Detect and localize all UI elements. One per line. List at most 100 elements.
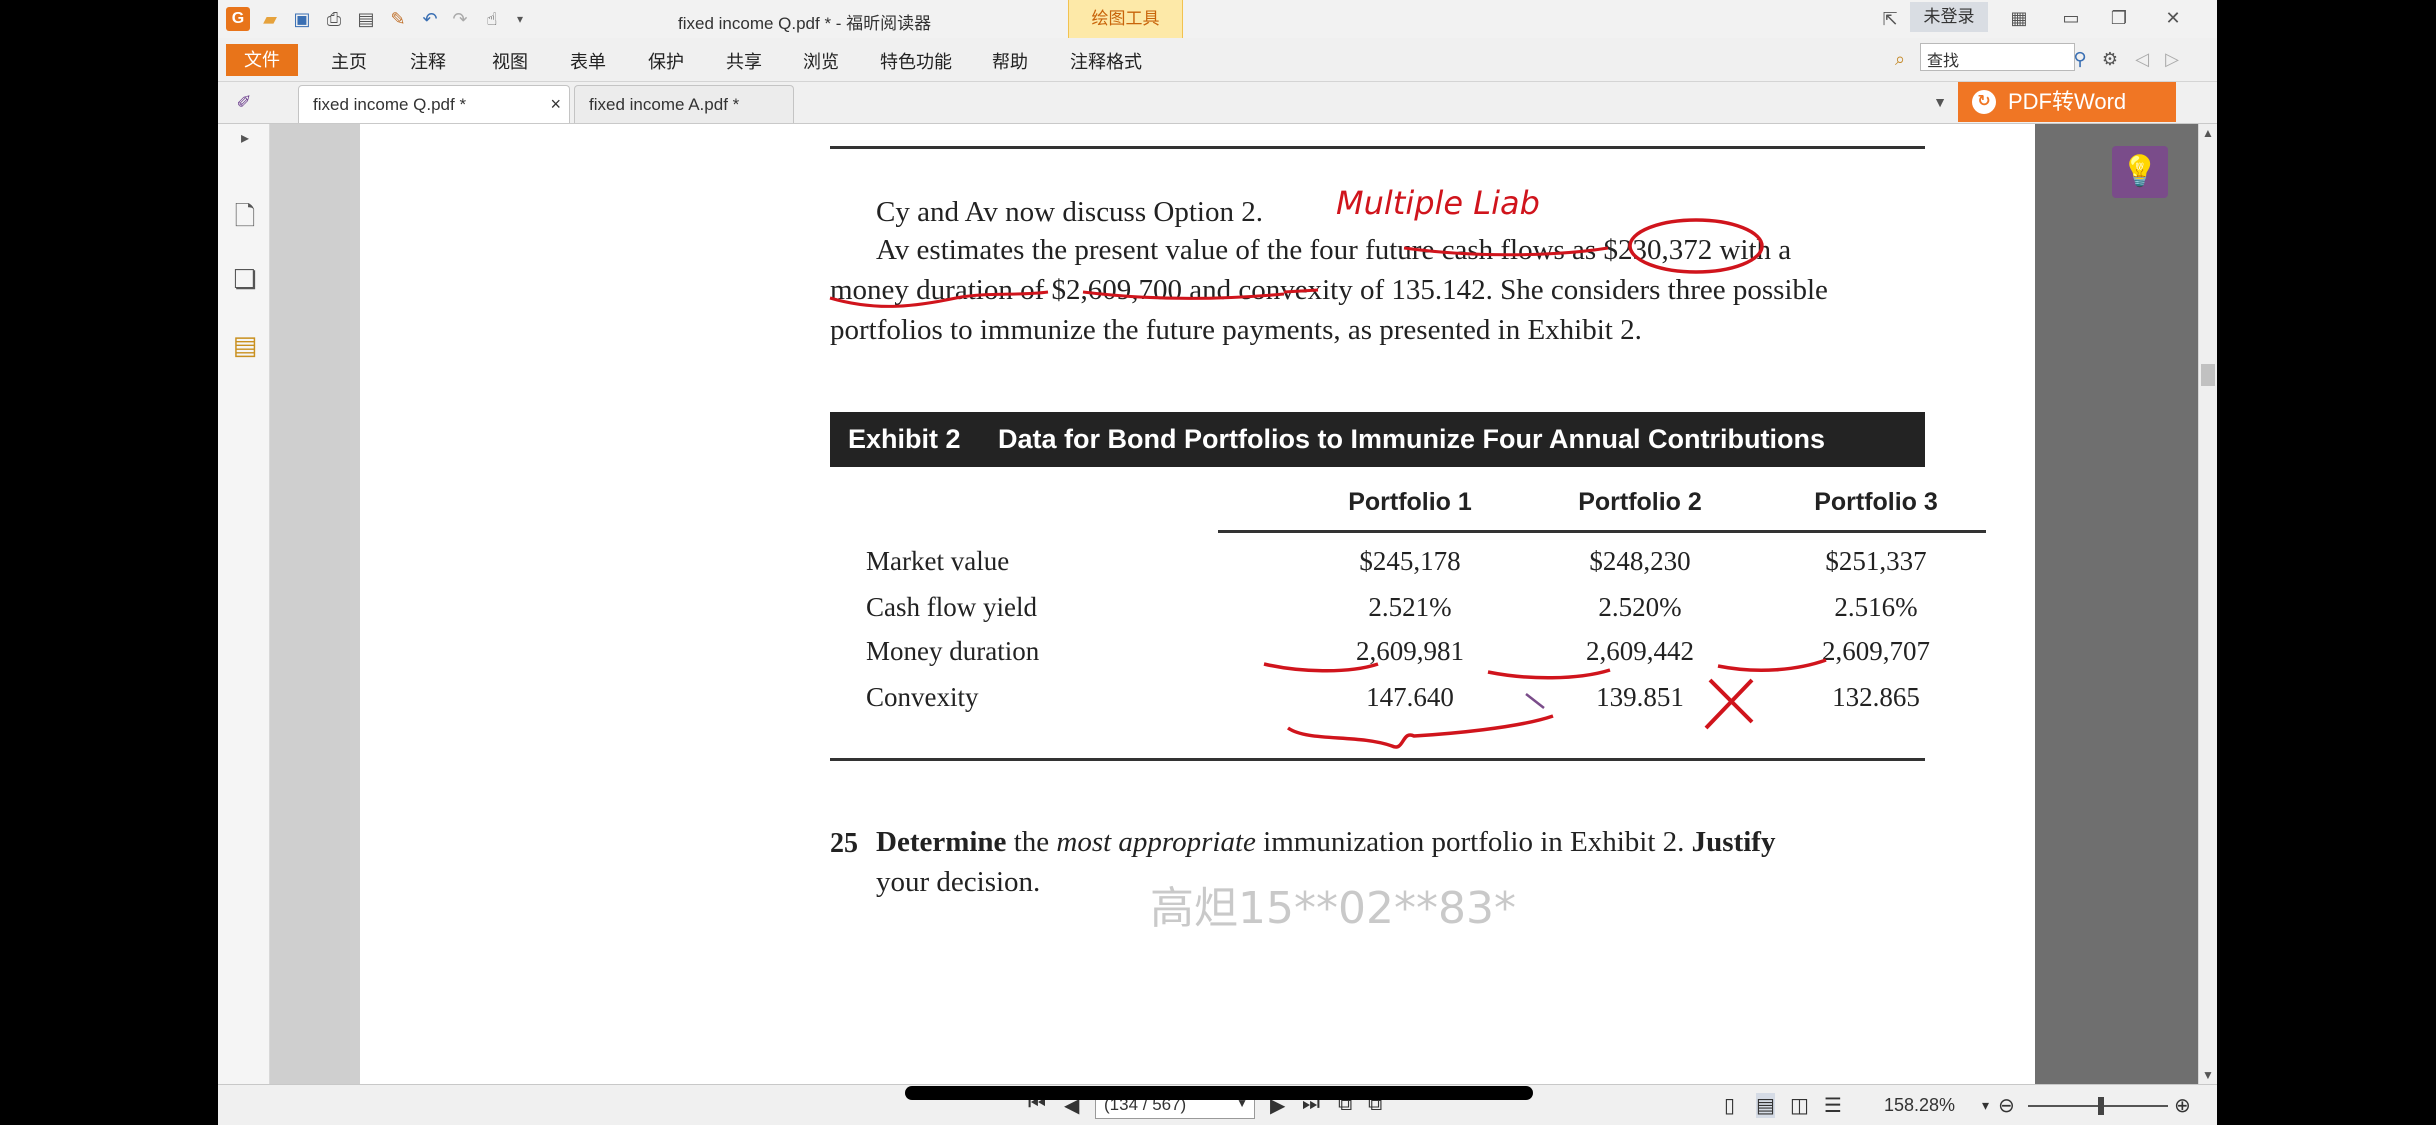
continuous-view-icon[interactable]: ▤ bbox=[1756, 1093, 1775, 1118]
paragraph-line: portfolios to immunize the future paymen… bbox=[830, 314, 1642, 346]
table-bottom-rule bbox=[830, 758, 1925, 761]
table-cell: 2,609,981 bbox=[1356, 636, 1464, 666]
pdf-convert-icon: ↻ bbox=[1972, 90, 1996, 114]
menu-browse[interactable]: 浏览 bbox=[803, 48, 839, 74]
left-navigation-panel: ▸ 🗋 ❏ ▤ bbox=[218, 124, 270, 1125]
home-indicator-bar bbox=[905, 1086, 1533, 1100]
zoom-in-icon[interactable]: ⊕ bbox=[2174, 1093, 2191, 1118]
login-button[interactable]: 未登录 bbox=[1910, 2, 1988, 32]
facing-view-icon[interactable]: ◫ bbox=[1790, 1093, 1809, 1118]
exhibit-title: Exhibit 2 Data for Bond Portfolios to Im… bbox=[848, 424, 1825, 454]
document-tab-row: ✐ fixed income Q.pdf * × fixed income A.… bbox=[218, 82, 2217, 124]
menu-share[interactable]: 共享 bbox=[726, 48, 762, 74]
question-text: the bbox=[1006, 826, 1057, 858]
tab-label: fixed income Q.pdf * bbox=[313, 95, 467, 114]
hand-tool-icon[interactable]: ☝ bbox=[480, 7, 504, 31]
menu-home[interactable]: 主页 bbox=[331, 48, 367, 74]
column-header: Portfolio 1 bbox=[1348, 488, 1472, 516]
search-input[interactable]: 查找 bbox=[1920, 43, 2075, 71]
table-cell: 132.865 bbox=[1832, 682, 1920, 712]
app-logo-icon[interactable]: G bbox=[226, 7, 250, 31]
zoom-level[interactable]: 158.28% bbox=[1884, 1095, 1955, 1116]
ribbon-menu-bar: 文件 主页 注释 视图 表单 保护 共享 浏览 特色功能 帮助 注释格式 ⌕ 查… bbox=[218, 38, 2217, 82]
question-number: 25 bbox=[830, 828, 858, 859]
question-bold-word: Justify bbox=[1691, 826, 1776, 858]
stamp-icon[interactable]: ✎ bbox=[386, 7, 410, 31]
find-tool-icon[interactable]: ⌕ bbox=[1888, 47, 1912, 71]
question-line-2: your decision. bbox=[876, 866, 1041, 898]
open-folder-icon[interactable]: ▰ bbox=[258, 7, 282, 31]
scroll-view-icon[interactable]: ☰ bbox=[1824, 1093, 1842, 1118]
question-bold-word: Determine bbox=[876, 826, 1007, 858]
column-header: Portfolio 2 bbox=[1578, 488, 1702, 516]
page-top-rule bbox=[830, 146, 1925, 149]
title-bar: G ▰ ▣ ⎙ ▤ ✎ ↶ ↷ ☝ ▾ fixed income Q.pdf *… bbox=[218, 0, 2217, 38]
window-title: fixed income Q.pdf * - 福昕阅读器 bbox=[678, 14, 932, 33]
table-cell: 2,609,442 bbox=[1586, 636, 1694, 666]
properties-icon[interactable]: ▤ bbox=[354, 7, 378, 31]
layers-icon[interactable]: ❏ bbox=[230, 264, 260, 296]
print-icon[interactable]: ⎙ bbox=[322, 7, 346, 31]
comments-icon[interactable]: ▤ bbox=[230, 330, 260, 362]
table-cell: 2,609,707 bbox=[1822, 636, 1930, 666]
menu-view[interactable]: 视图 bbox=[492, 48, 528, 74]
save-icon[interactable]: ▣ bbox=[290, 7, 314, 31]
menu-file[interactable]: 文件 bbox=[226, 44, 298, 76]
search-icon[interactable]: ⚲ bbox=[2068, 47, 2092, 71]
tab-fixed-income-q[interactable]: fixed income Q.pdf * × bbox=[298, 85, 570, 123]
drawing-tools-context-tab[interactable]: 绘图工具 bbox=[1068, 0, 1183, 38]
table-cell: 2.521% bbox=[1368, 592, 1452, 622]
table-cell: $248,230 bbox=[1589, 546, 1691, 576]
zoom-dropdown-icon[interactable]: ▾ bbox=[1982, 1097, 1989, 1114]
close-window-button[interactable]: ✕ bbox=[2158, 4, 2188, 32]
quick-access-dropdown-icon[interactable]: ▾ bbox=[508, 7, 532, 31]
restore-button[interactable]: ❐ bbox=[2104, 4, 2134, 32]
tab-fixed-income-a[interactable]: fixed income A.pdf * bbox=[574, 85, 794, 123]
nav-forward-icon[interactable]: ▷ bbox=[2160, 47, 2184, 71]
table-header-rule bbox=[1218, 530, 1986, 533]
menu-features[interactable]: 特色功能 bbox=[880, 48, 952, 74]
pdf-to-word-button[interactable]: ↻ PDF转Word bbox=[1958, 82, 2176, 122]
row-label: Cash flow yield bbox=[866, 592, 1037, 622]
question-italic: most appropriate bbox=[1056, 826, 1256, 858]
pdf-to-word-label: PDF转Word bbox=[2008, 89, 2127, 114]
table-cell: $251,337 bbox=[1825, 546, 1927, 576]
tips-lightbulb-icon[interactable]: 💡 bbox=[2112, 146, 2168, 198]
question-text: immunization portfolio in Exhibit 2. bbox=[1255, 826, 1692, 858]
scroll-down-icon[interactable]: ▼ bbox=[2202, 1068, 2214, 1082]
menu-help[interactable]: 帮助 bbox=[992, 48, 1028, 74]
menu-comment[interactable]: 注释 bbox=[410, 48, 446, 74]
row-label: Money duration bbox=[866, 636, 1040, 666]
tab-list-dropdown-icon[interactable]: ▼ bbox=[1928, 90, 1952, 114]
table-cell: 2.516% bbox=[1834, 592, 1918, 622]
menu-protect[interactable]: 保护 bbox=[648, 48, 684, 74]
zoom-out-icon[interactable]: ⊖ bbox=[1998, 1093, 2015, 1118]
tab-close-icon[interactable]: × bbox=[550, 94, 561, 115]
zoom-slider-thumb[interactable] bbox=[2098, 1097, 2104, 1115]
column-header: Portfolio 3 bbox=[1814, 488, 1938, 516]
redo-icon[interactable]: ↷ bbox=[448, 7, 472, 31]
table-cell: 2.520% bbox=[1598, 592, 1682, 622]
row-label: Market value bbox=[866, 546, 1010, 576]
layout-icon[interactable]: ▦ bbox=[2004, 4, 2034, 32]
question-line-1: Determine the most appropriate immunizat… bbox=[876, 826, 1775, 859]
vertical-scrollbar[interactable]: ▲ ▼ bbox=[2198, 124, 2217, 1084]
paragraph-option2: Cy and Av now discuss Option 2. bbox=[876, 196, 1263, 228]
menu-comment-format[interactable]: 注释格式 bbox=[1070, 48, 1142, 74]
expand-panel-icon[interactable]: ▸ bbox=[230, 128, 260, 160]
scroll-up-icon[interactable]: ▲ bbox=[2202, 126, 2214, 140]
nav-back-icon[interactable]: ◁ bbox=[2130, 47, 2154, 71]
settings-gear-icon[interactable]: ⚙ bbox=[2098, 47, 2122, 71]
paragraph-line: money duration of $2,609,700 and convexi… bbox=[830, 274, 1828, 306]
scroll-thumb[interactable] bbox=[2201, 364, 2215, 386]
tab-label: fixed income A.pdf * bbox=[589, 95, 740, 114]
sidebar-toggle-icon[interactable]: ✐ bbox=[232, 90, 256, 114]
undo-icon[interactable]: ↶ bbox=[418, 7, 442, 31]
minimize-button[interactable]: ▭ bbox=[2056, 4, 2086, 32]
menu-form[interactable]: 表单 bbox=[570, 48, 606, 74]
table-cell: 139.851 bbox=[1596, 682, 1684, 712]
share-icon[interactable]: ⇱ bbox=[1878, 7, 1902, 31]
pages-thumbnail-icon[interactable]: 🗋 bbox=[230, 198, 260, 231]
watermark-text: 高炟15**02**83* bbox=[1150, 883, 1516, 934]
single-page-view-icon[interactable]: ▯ bbox=[1724, 1093, 1735, 1118]
